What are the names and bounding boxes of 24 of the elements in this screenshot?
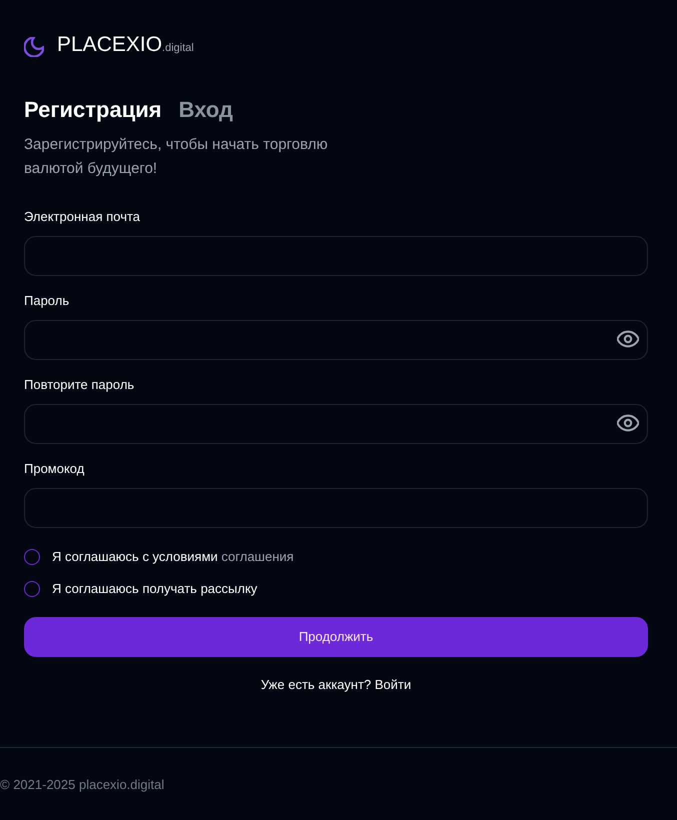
field-label: Промокод — [24, 460, 84, 478]
logo-wordmark: PLACEXIO — [57, 32, 162, 58]
logo-domain-suffix: .digital — [162, 41, 194, 56]
eye-icon[interactable] — [617, 414, 639, 432]
field-label: Электронная почта — [24, 208, 140, 226]
password-field[interactable] — [24, 320, 648, 360]
continue-button[interactable]: Продолжить — [24, 617, 648, 657]
moon-icon — [24, 37, 44, 57]
copyright-text: © 2021-2025 placexio.digital — [0, 777, 164, 792]
checkbox[interactable] — [24, 581, 40, 597]
tab[interactable]: Вход — [178, 96, 234, 124]
tab[interactable]: Регистрация — [24, 96, 162, 124]
subtitle-text: Зарегистрируйтесь, чтобы начать торговлю валютой будущего! — [24, 135, 329, 179]
checkbox-label: Я соглашаюсь с условиями соглашения — [52, 548, 294, 566]
eye-icon[interactable] — [617, 330, 639, 348]
login-link[interactable]: Уже есть аккаунт? Войти — [260, 675, 412, 695]
field-label: Пароль — [24, 292, 70, 310]
agreement-link[interactable]: соглашения — [221, 549, 294, 564]
field-label: Повторите пароль — [24, 376, 134, 394]
input-field[interactable] — [24, 236, 648, 276]
password-field[interactable] — [24, 404, 648, 444]
input-field[interactable] — [24, 488, 648, 528]
checkbox-label: Я соглашаюсь получать рассылку — [52, 580, 258, 598]
checkbox[interactable] — [24, 549, 40, 565]
